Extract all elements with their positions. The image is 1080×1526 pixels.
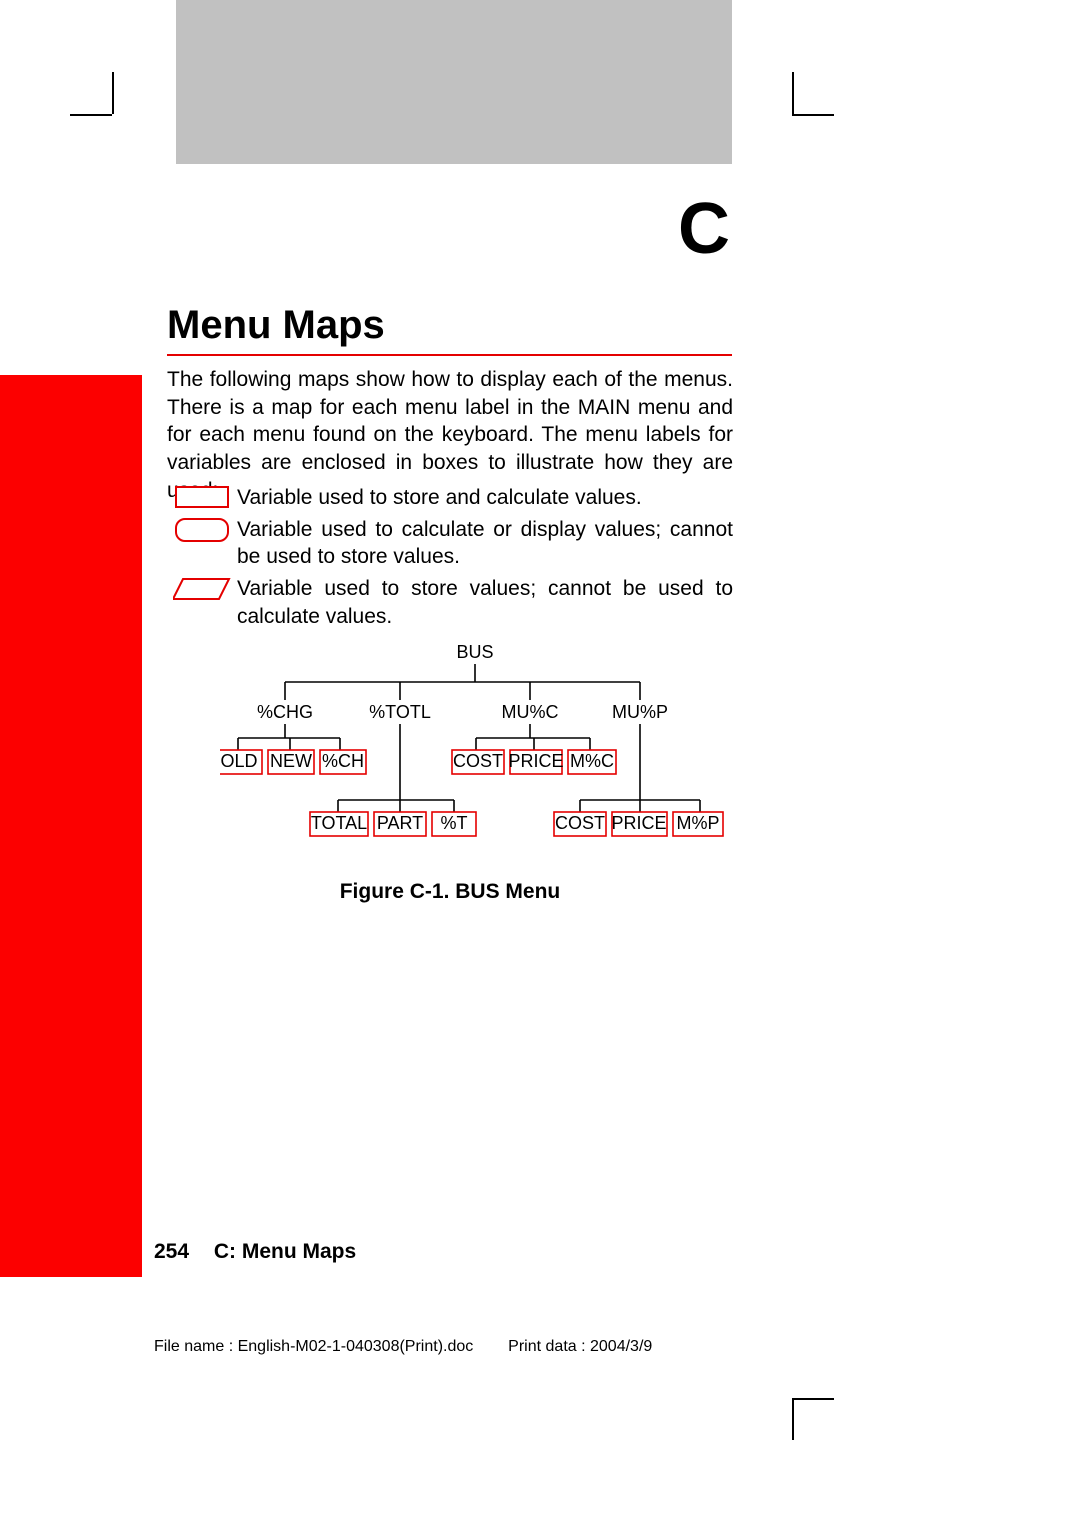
node-box: PART	[377, 813, 423, 833]
page-title: Menu Maps	[167, 303, 385, 348]
chapter-letter: C	[678, 188, 730, 270]
page-number: 254	[154, 1240, 208, 1264]
red-sidebar	[0, 375, 142, 1277]
legend-text: Variable used to calculate or display va…	[237, 516, 733, 571]
node-level1: %CHG	[257, 702, 313, 722]
crop-mark	[112, 72, 114, 114]
title-underline	[167, 354, 732, 356]
node-box: %CH	[322, 751, 364, 771]
parallelogram-icon	[167, 575, 237, 601]
node-level1: MU%C	[502, 702, 559, 722]
legend-row-rect: Variable used to store and calculate val…	[167, 484, 733, 512]
node-box: PRICE	[508, 751, 563, 771]
node-box: COST	[453, 751, 503, 771]
node-box: TOTAL	[311, 813, 367, 833]
legend-row-round: Variable used to calculate or display va…	[167, 516, 733, 571]
header-grey-block	[176, 0, 732, 164]
meta-printdata: 2004/3/9	[590, 1338, 652, 1355]
node-root: BUS	[456, 642, 493, 662]
rounded-rect-icon	[167, 516, 237, 542]
legend-text: Variable used to store values; cannot be…	[237, 575, 733, 630]
node-level1: MU%P	[612, 702, 668, 722]
node-box: %T	[441, 813, 468, 833]
node-box: M%P	[676, 813, 719, 833]
figure-caption: Figure C-1. BUS Menu	[167, 880, 733, 904]
crop-mark	[792, 1398, 834, 1400]
legend-text: Variable used to store and calculate val…	[237, 484, 733, 512]
node-box: M%C	[570, 751, 614, 771]
node-box: NEW	[270, 751, 312, 771]
node-box: OLD	[220, 751, 257, 771]
node-box: PRICE	[611, 813, 666, 833]
bus-menu-diagram: BUS %CHG %TOTL MU%C MU%P OLD NEW %CH COS…	[220, 640, 730, 870]
crop-mark	[792, 114, 834, 116]
meta-filename: English-M02-1-040308(Print).doc	[238, 1338, 474, 1355]
print-metadata: File name : English-M02-1-040308(Print).…	[154, 1338, 652, 1356]
crop-mark	[70, 114, 112, 116]
rect-icon	[167, 484, 237, 508]
legend-row-para: Variable used to store values; cannot be…	[167, 575, 733, 630]
meta-filename-label: File name :	[154, 1338, 233, 1355]
node-box: COST	[555, 813, 605, 833]
legend: Variable used to store and calculate val…	[167, 480, 733, 631]
crop-mark	[792, 1398, 794, 1440]
footer-label: C: Menu Maps	[214, 1240, 356, 1263]
meta-printdata-label: Print data :	[508, 1338, 585, 1355]
page-footer: 254 C: Menu Maps	[154, 1240, 356, 1264]
node-level1: %TOTL	[369, 702, 431, 722]
crop-mark	[792, 72, 794, 114]
